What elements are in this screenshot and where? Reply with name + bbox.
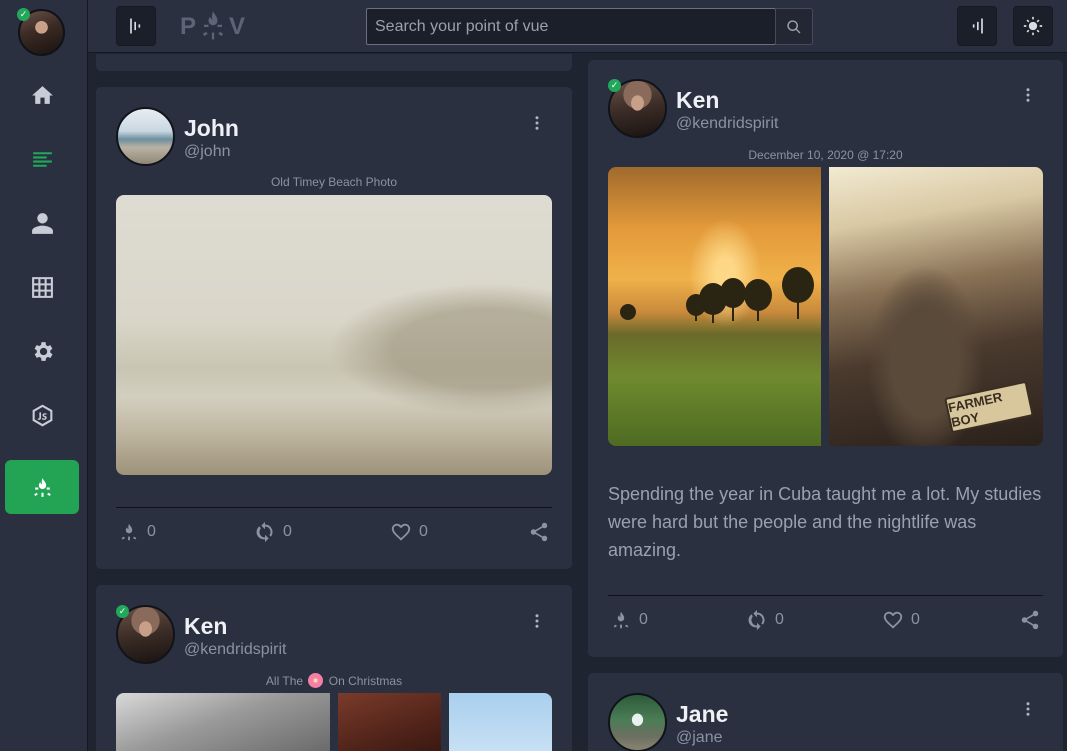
search-icon bbox=[787, 19, 801, 33]
feed-icon bbox=[32, 151, 52, 167]
post-actions: 0 0 0 bbox=[116, 521, 552, 551]
post-caption: All The On Christmas bbox=[116, 673, 552, 688]
license-plate-text: FARMER BOY bbox=[946, 389, 1004, 430]
author-name[interactable]: Jane bbox=[676, 701, 728, 728]
share-icon bbox=[530, 522, 548, 542]
repost-count: 0 bbox=[775, 611, 784, 628]
nodejs-icon bbox=[32, 404, 52, 426]
post-menu-button[interactable] bbox=[527, 609, 547, 633]
divider bbox=[116, 507, 552, 508]
author-handle[interactable]: @kendridspirit bbox=[184, 641, 287, 659]
post-photo-beach[interactable] bbox=[116, 195, 552, 475]
author-name[interactable]: Ken bbox=[676, 87, 719, 114]
caption-text-end: On Christmas bbox=[328, 674, 403, 688]
more-vertical-icon bbox=[535, 116, 539, 130]
sun-icon bbox=[1023, 16, 1043, 36]
sidebar-item-campfire[interactable] bbox=[5, 460, 79, 514]
logo-letter-v: V bbox=[229, 13, 247, 40]
fire-count: 0 bbox=[147, 523, 156, 540]
repost-icon bbox=[256, 521, 273, 543]
collapse-right-icon bbox=[972, 18, 983, 34]
author-handle[interactable]: @john bbox=[184, 143, 231, 161]
sidebar-item-home[interactable] bbox=[5, 68, 79, 122]
post-card-jane: Jane @jane bbox=[588, 673, 1063, 751]
campfire-icon bbox=[121, 523, 137, 541]
flame-logo-icon bbox=[202, 11, 224, 40]
home-icon bbox=[31, 85, 53, 104]
pov-logo[interactable]: P V bbox=[180, 9, 246, 45]
post-card-john: John @john Old Timey Beach Photo 0 0 0 bbox=[96, 87, 572, 569]
avatar[interactable] bbox=[608, 693, 667, 751]
post-body-text: Spending the year in Cuba taught me a lo… bbox=[608, 484, 1042, 560]
logo-letter-p: P bbox=[180, 13, 198, 40]
sidebar-item-profile[interactable] bbox=[5, 196, 79, 250]
sidebar-item-grid[interactable] bbox=[5, 260, 79, 314]
share-button[interactable] bbox=[1019, 609, 1048, 631]
post-photo-sky[interactable] bbox=[449, 693, 552, 751]
post-card-ken: ✓ Ken @kendridspirit December 10, 2020 @… bbox=[588, 60, 1063, 657]
user-icon bbox=[31, 212, 53, 234]
previous-post-card bbox=[96, 54, 572, 71]
post-caption: Old Timey Beach Photo bbox=[270, 175, 398, 189]
campfire-icon bbox=[613, 611, 629, 629]
sidebar: ✓ bbox=[0, 0, 88, 751]
campfire-icon bbox=[33, 477, 51, 497]
post-photo-grass[interactable] bbox=[116, 693, 330, 751]
fire-count: 0 bbox=[639, 611, 648, 628]
theme-toggle-button[interactable] bbox=[1013, 6, 1053, 46]
sidebar-item-feed[interactable] bbox=[5, 132, 79, 186]
post-actions: 0 0 0 bbox=[608, 609, 1043, 639]
author-name[interactable]: Ken bbox=[184, 613, 227, 640]
gear-icon bbox=[34, 341, 52, 361]
repost-button[interactable]: 0 bbox=[746, 609, 784, 631]
post-photo-closeup[interactable] bbox=[338, 693, 441, 751]
collapse-sidebar-button[interactable] bbox=[116, 6, 156, 46]
post-menu-button[interactable] bbox=[1018, 83, 1038, 107]
heart-icon bbox=[391, 523, 411, 541]
tree-silhouettes bbox=[620, 267, 814, 323]
like-count: 0 bbox=[911, 611, 920, 628]
like-count: 0 bbox=[419, 523, 428, 540]
top-bar: P V bbox=[88, 0, 1067, 53]
avatar[interactable] bbox=[116, 107, 175, 166]
post-timestamp: December 10, 2020 @ 17:20 bbox=[748, 148, 903, 162]
flower-emoji-icon bbox=[308, 673, 324, 688]
sidebar-item-settings[interactable] bbox=[5, 324, 79, 378]
search-button[interactable] bbox=[775, 8, 813, 45]
post-card-ken-christmas: ✓ Ken @kendridspirit All The On Christma… bbox=[96, 585, 572, 751]
more-vertical-icon bbox=[1026, 88, 1030, 102]
author-handle[interactable]: @kendridspirit bbox=[676, 115, 779, 133]
author-name[interactable]: John bbox=[184, 115, 239, 142]
collapse-left-icon bbox=[130, 18, 141, 34]
verified-badge-icon: ✓ bbox=[116, 605, 129, 618]
search-input[interactable] bbox=[366, 8, 776, 45]
share-icon bbox=[1021, 610, 1039, 630]
post-photo-vintage-car[interactable]: FARMER BOY bbox=[829, 167, 1043, 446]
grid-icon bbox=[31, 276, 53, 298]
fire-button[interactable]: 0 bbox=[118, 521, 156, 543]
caption-text-start: All The bbox=[265, 674, 304, 688]
post-menu-button[interactable] bbox=[527, 111, 547, 135]
more-vertical-icon bbox=[1026, 702, 1030, 716]
license-plate: FARMER BOY bbox=[944, 380, 1034, 434]
verified-badge-icon: ✓ bbox=[608, 79, 621, 92]
verified-badge-icon: ✓ bbox=[17, 8, 30, 21]
more-vertical-icon bbox=[535, 614, 539, 628]
divider bbox=[608, 595, 1043, 596]
heart-icon bbox=[883, 611, 903, 629]
author-handle[interactable]: @jane bbox=[676, 729, 723, 747]
fire-button[interactable]: 0 bbox=[610, 609, 648, 631]
repost-icon bbox=[748, 609, 765, 631]
share-button[interactable] bbox=[528, 521, 557, 543]
like-button[interactable]: 0 bbox=[390, 521, 428, 543]
sidebar-item-nodejs[interactable] bbox=[5, 388, 79, 442]
post-menu-button[interactable] bbox=[1018, 697, 1038, 721]
repost-count: 0 bbox=[283, 523, 292, 540]
post-photo-sunset-field[interactable] bbox=[608, 167, 821, 446]
like-button[interactable]: 0 bbox=[882, 609, 920, 631]
repost-button[interactable]: 0 bbox=[254, 521, 292, 543]
collapse-right-panel-button[interactable] bbox=[957, 6, 997, 46]
